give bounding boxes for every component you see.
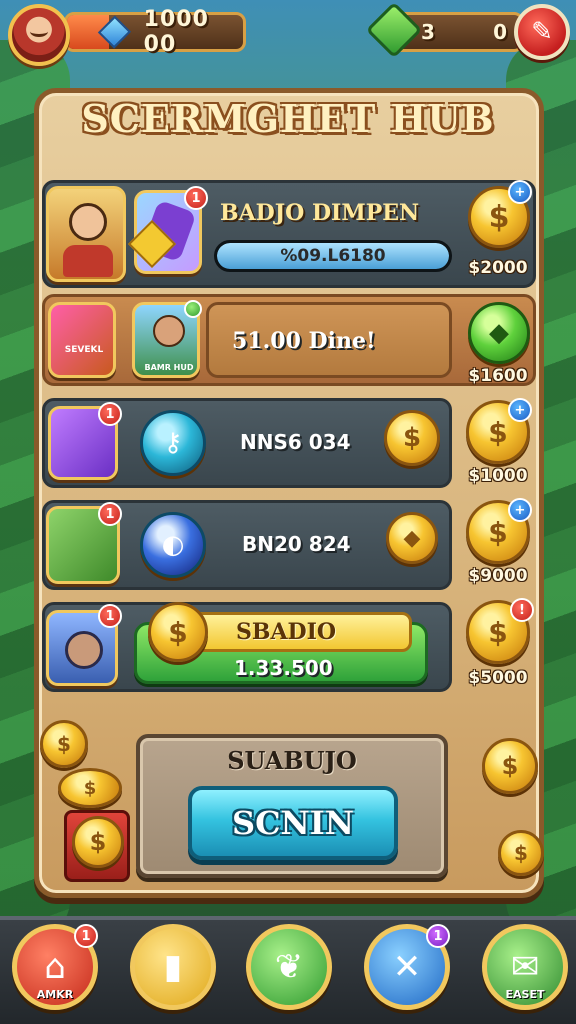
cross-tools-icon: ✕ (392, 947, 422, 987)
row-2-price: $1600 (468, 366, 528, 386)
nav-inbox-label: EASET (505, 988, 545, 1001)
coin-pile-icon: $ (58, 768, 122, 808)
nav-home-label: AMKR (36, 988, 74, 1001)
card-icon: ▮ (163, 947, 183, 987)
row-4-price: $9000 (468, 566, 528, 586)
gold-coin-icon: $ (384, 410, 440, 466)
progress-text: %09.L6180 (280, 246, 386, 266)
compass-coin-icon: ◐ (140, 512, 206, 578)
man-face-icon (153, 315, 185, 347)
ticket-card[interactable]: SEVEKL (48, 302, 116, 378)
coin-pile-icon: $ (482, 738, 538, 794)
row-5-value: 1.33.500 (234, 656, 333, 680)
row-3-price: $1000 (468, 466, 528, 486)
brush-icon: ✎ (531, 17, 553, 47)
settings-button[interactable]: ✎ (514, 4, 570, 60)
notification-badge: 1 (426, 924, 450, 948)
scan-button[interactable]: SCNIN (188, 786, 398, 860)
nav-feather-button[interactable]: ❦ (246, 924, 332, 1010)
scan-subtitle: SUABUJO (227, 746, 357, 775)
row-1-progress-bar: %09.L6180 (214, 240, 452, 272)
scarf-icon (63, 245, 113, 277)
feather-icon: ❦ (274, 947, 304, 987)
key-coin-icon: ⚷ (140, 410, 206, 476)
coin-pile-icon: $ (498, 830, 544, 876)
row-3-name: NNS6 034 (240, 430, 351, 454)
plus-badge: + (508, 180, 532, 204)
green-gem-coin-icon[interactable]: ◆ (468, 302, 530, 364)
row-2-name: 51.00 Dine! (232, 328, 376, 354)
nav-cards-button[interactable]: ▮ (130, 924, 216, 1010)
notification-badge: 1 (98, 502, 122, 526)
player-avatar[interactable] (8, 4, 70, 66)
row-5-price: $5000 (468, 668, 528, 688)
coin-balance-value: 1000 00 (143, 7, 209, 57)
plus-badge: + (508, 498, 532, 522)
home-icon: ⌂ (44, 947, 66, 987)
plus-badge: + (508, 398, 532, 422)
ticket-label: SEVEKL (64, 345, 104, 355)
notification-badge: 1 (184, 186, 208, 210)
leaf-badge (184, 300, 202, 318)
coin-pile-icon: $ (40, 720, 88, 768)
character-portrait (46, 186, 126, 282)
gem-count-left: 3 (421, 20, 435, 44)
row-4-name: BN20 824 (242, 532, 351, 556)
face-icon (69, 203, 107, 241)
gold-coin-icon: $ (72, 816, 124, 868)
notification-badge: 1 (98, 402, 122, 426)
gem-coin-icon: ◆ (386, 512, 438, 564)
gold-coin-icon: $ (148, 602, 208, 662)
notification-badge: ! (510, 598, 534, 622)
page-title: SCERMGHET HUB (81, 96, 495, 141)
gem-count-right: 0 (493, 20, 507, 44)
row-5-name: SBADIO (236, 619, 337, 645)
notification-badge: 1 (74, 924, 98, 948)
row-1-price: $2000 (468, 258, 528, 278)
inbox-icon: ✉ (510, 947, 540, 987)
knight-face-icon (65, 631, 103, 669)
portrait-label: BAMR HUD (144, 363, 194, 372)
notification-badge: 1 (98, 604, 122, 628)
top-bar: 1000 00 3 0 ✎ (0, 0, 576, 70)
coin-balance-bar[interactable]: 1000 00 (64, 7, 246, 57)
row-1-name: BADJO DIMPEN (220, 200, 420, 226)
